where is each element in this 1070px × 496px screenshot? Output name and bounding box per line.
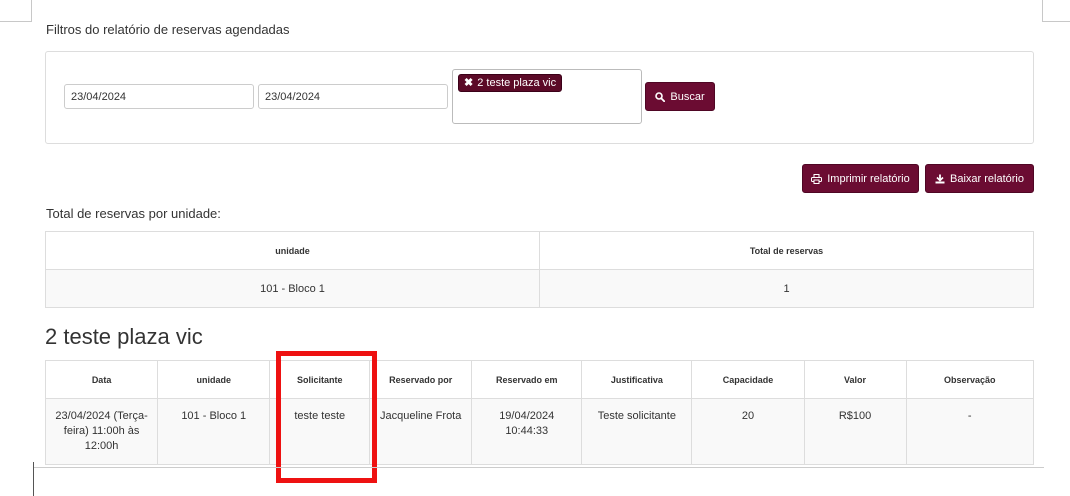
date-line: 12:00h <box>84 440 119 452</box>
column-header: unidade <box>157 360 271 399</box>
unit-tag-select[interactable]: ✖ 2 teste plaza vic <box>452 69 642 124</box>
search-icon <box>655 91 666 102</box>
window-corner-left <box>0 0 32 22</box>
date-from-input[interactable] <box>64 84 254 109</box>
reservations-table: Data unidade Solicitante Reservado por R… <box>44 360 1034 465</box>
reserved-at-line: 10:44:33 <box>505 425 549 437</box>
search-button[interactable]: Buscar <box>645 82 715 111</box>
table-row: 23/04/2024 (Terça- feira) 11:00h às 12:0… <box>44 398 1034 465</box>
justification-cell: Teste solicitante <box>581 398 693 465</box>
requester-cell: teste teste <box>269 398 371 465</box>
page-divider <box>34 467 1044 468</box>
date-line: 23/04/2024 (Terça- <box>55 410 148 422</box>
column-header: Data <box>44 360 159 399</box>
column-header: Solicitante <box>269 360 371 399</box>
date-line: feira) 11:00h às <box>63 425 140 437</box>
section-heading: 2 teste plaza vic <box>45 324 203 349</box>
printer-icon <box>811 173 823 184</box>
print-report-label: Imprimir relatório <box>827 172 910 185</box>
column-header: Total de reservas <box>539 231 1034 270</box>
column-header: Capacidade <box>691 360 805 399</box>
window-corner-right <box>1042 0 1070 22</box>
unit-cell: 101 - Bloco 1 <box>157 398 271 465</box>
reserved-by-cell: Jacqueline Frota <box>369 398 473 465</box>
totals-title: Total de reservas por unidade: <box>46 206 221 221</box>
value-cell: R$100 <box>803 398 907 465</box>
capacity-cell: 20 <box>691 398 805 465</box>
table-cell: 101 - Bloco 1 <box>45 269 540 308</box>
column-header: Justificativa <box>581 360 693 399</box>
reserved-at-line: 19/04/2024 <box>499 410 555 422</box>
totals-table: unidade Total de reservas 101 - Bloco 1 … <box>45 231 1034 308</box>
observation-cell: - <box>905 398 1034 465</box>
download-icon <box>935 174 945 184</box>
table-cell: 1 <box>539 269 1034 308</box>
table-row: 101 - Bloco 1 1 <box>45 269 1034 308</box>
date-cell: 23/04/2024 (Terça- feira) 11:00h às 12:0… <box>44 398 159 465</box>
filters-title: Filtros do relatório de reservas agendad… <box>46 22 290 37</box>
search-button-label: Buscar <box>670 90 705 103</box>
column-header: Valor <box>803 360 907 399</box>
selected-tag[interactable]: ✖ 2 teste plaza vic <box>458 74 563 92</box>
close-icon[interactable]: ✖ <box>464 75 473 91</box>
print-report-button[interactable]: Imprimir relatório <box>802 164 919 193</box>
download-report-button[interactable]: Baixar relatório <box>925 164 1034 193</box>
reserved-at-cell: 19/04/2024 10:44:33 <box>471 398 583 465</box>
table-header-row: unidade Total de reservas <box>45 231 1034 270</box>
column-header: Reservado em <box>471 360 583 399</box>
table-header-row: Data unidade Solicitante Reservado por R… <box>44 360 1034 399</box>
selected-tag-label: 2 teste plaza vic <box>477 77 557 89</box>
download-report-label: Baixar relatório <box>950 172 1024 185</box>
column-header: unidade <box>45 231 540 270</box>
column-header: Observação <box>905 360 1034 399</box>
column-header: Reservado por <box>369 360 473 399</box>
date-to-input[interactable] <box>258 84 448 109</box>
